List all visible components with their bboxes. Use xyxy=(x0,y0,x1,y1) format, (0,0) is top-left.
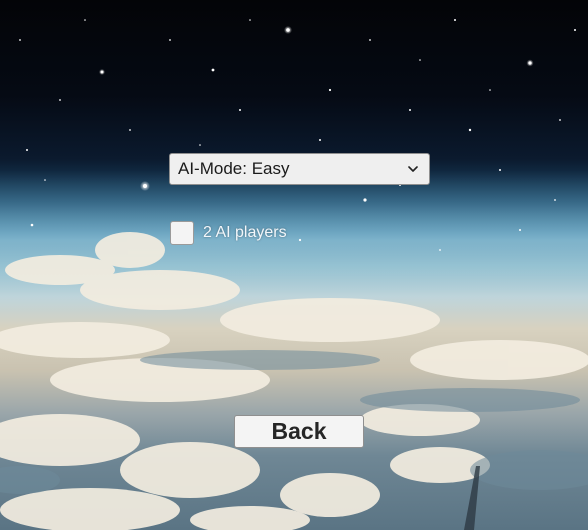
ai-players-toggle[interactable]: 2 AI players xyxy=(170,221,287,245)
game-menu-screen: AI-Mode: Easy 2 AI players Back xyxy=(0,0,588,530)
sky-earth-background xyxy=(0,19,588,530)
ai-players-label: 2 AI players xyxy=(203,224,287,241)
ai-mode-select[interactable]: AI-Mode: Easy xyxy=(169,153,430,185)
chevron-down-icon xyxy=(407,163,419,175)
back-button[interactable]: Back xyxy=(234,415,364,448)
ai-mode-select-value: AI-Mode: Easy xyxy=(178,159,290,178)
ai-players-checkbox[interactable] xyxy=(170,221,194,245)
